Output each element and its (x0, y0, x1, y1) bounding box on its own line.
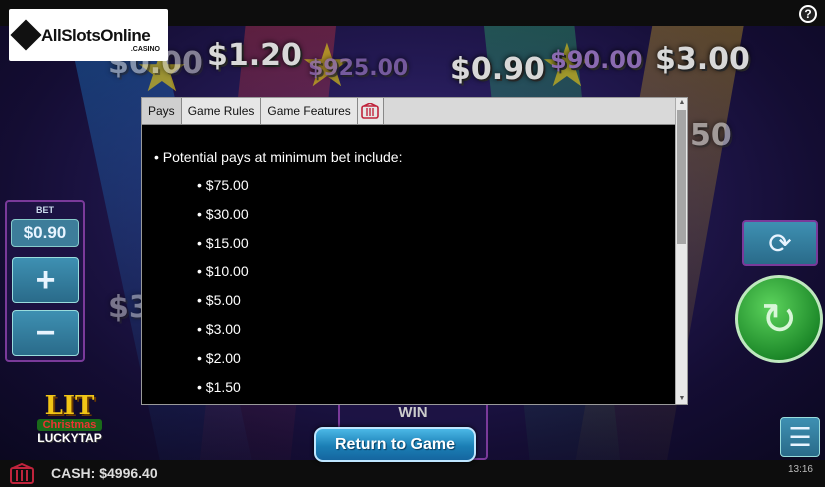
background-value: $1.20 (207, 38, 302, 73)
bet-label: BET (36, 205, 54, 215)
bet-panel: BET $0.90 + − (5, 200, 85, 362)
pays-content: • Potential pays at minimum bet include:… (154, 148, 664, 406)
provider-logo-icon (9, 463, 35, 484)
tab-game-features[interactable]: Game Features (261, 98, 358, 124)
background-value: 50 (690, 118, 732, 153)
diamond-icon (10, 19, 42, 51)
spin-arrow-icon: ↻ (760, 294, 798, 344)
background-value: $3.00 (655, 42, 750, 77)
help-icon[interactable]: ? (799, 5, 817, 23)
win-label: WIN (398, 404, 428, 421)
tab-pays[interactable]: Pays (142, 98, 182, 124)
hamburger-icon: ☰ (788, 421, 812, 452)
bet-value: $0.90 (11, 219, 79, 247)
tab-provider[interactable] (357, 98, 384, 124)
tab-game-rules[interactable]: Game Rules (181, 98, 262, 124)
list-item: • $10.00 (197, 263, 249, 280)
clock: 13:16 (787, 464, 813, 475)
scrollbar[interactable]: ▲ ▼ (675, 98, 687, 404)
spin-button[interactable]: ↻ (735, 275, 823, 363)
bet-increase-button[interactable]: + (12, 257, 79, 303)
game-logo-subtitle: Christmas (36, 419, 103, 431)
scroll-up-icon[interactable]: ▲ (676, 98, 688, 108)
list-item: • $3.00 (197, 320, 241, 337)
game-logo: LIT Christmas LUCKYTAP (12, 388, 127, 450)
help-dialog: Pays Game Rules Game Features ▲ ▼ • Pote… (141, 97, 688, 405)
list-item: • $75.00 (197, 177, 249, 193)
site-logo-subtext: .CASINO (130, 46, 160, 53)
cash-balance: CASH: $4996.40 (51, 465, 158, 481)
autoplay-button[interactable]: ⟳ (742, 220, 818, 266)
menu-button[interactable]: ☰ (780, 417, 820, 457)
bet-decrease-button[interactable]: − (12, 310, 79, 356)
scroll-thumb[interactable] (677, 110, 686, 244)
help-tabs: Pays Game Rules Game Features (142, 98, 676, 125)
refresh-icon: ⟳ (768, 227, 792, 259)
return-to-game-button[interactable]: Return to Game (314, 427, 476, 462)
list-item: • $1.50 (197, 378, 241, 395)
site-logo: AllSlotsOnline .CASINO (9, 9, 168, 61)
pays-intro: • Potential pays at minimum bet include: (154, 149, 403, 165)
background-value: $925.00 (308, 56, 409, 81)
provider-logo-icon (361, 103, 380, 119)
background-value: $0.90 (450, 52, 545, 87)
list-item: • $5.00 (197, 292, 241, 309)
list-item: • $15.00 (197, 234, 249, 251)
scroll-down-icon[interactable]: ▼ (676, 394, 688, 404)
game-logo-title: LIT (44, 391, 95, 421)
list-item: • $30.00 (197, 205, 249, 222)
site-logo-text: AllSlotsOnline (41, 25, 151, 45)
game-logo-brand: LUCKYTAP (37, 431, 102, 445)
background-value: $90.00 (550, 46, 643, 74)
pay-list: • $75.00 • $30.00 • $15.00 • $10.00 • $5… (197, 176, 664, 406)
bottom-bar: CASH: $4996.40 13:16 (0, 460, 825, 487)
list-item: • $2.00 (197, 349, 241, 366)
